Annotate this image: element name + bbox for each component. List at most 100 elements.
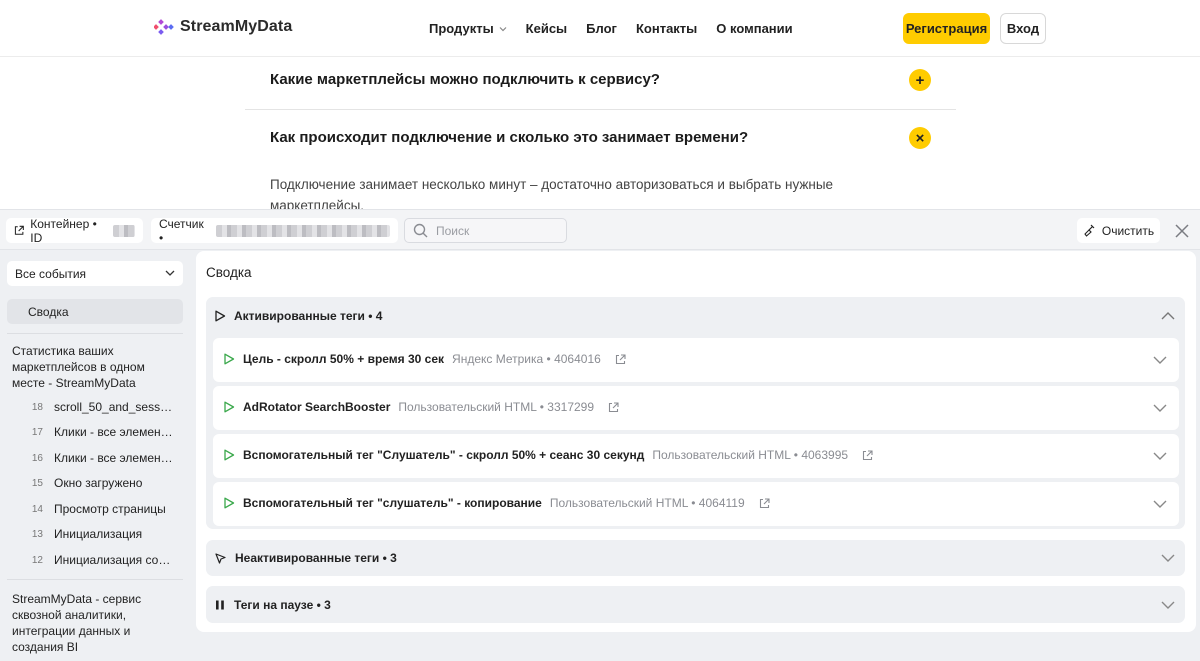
event-number: 18 — [31, 402, 43, 413]
play-green-icon — [224, 401, 235, 413]
tag-meta: Пользовательский HTML • 4064119 — [549, 496, 745, 510]
redacted-counter — [215, 224, 390, 237]
sidebar-event-item[interactable]: 16 Клики - все элементы — [0, 449, 190, 469]
tag-name: Вспомогательный тег "Слушатель" - скролл… — [243, 448, 645, 462]
active-tags-section: Активированные теги • 4 Цель - скролл 50… — [206, 297, 1185, 529]
container-chip[interactable]: Контейнер • ID — [6, 216, 143, 245]
tag-card[interactable]: AdRotator SearchBooster Пользовательский… — [213, 386, 1179, 430]
external-link-icon — [14, 225, 24, 235]
nav-item-label: Кейсы — [525, 21, 568, 36]
faq-list: Какие маркетплейсы можно подключить к се… — [245, 57, 956, 170]
paused-tags-header[interactable]: Теги на паузе • 3 — [214, 586, 331, 623]
tag-name: Цель - скролл 50% + время 30 сек — [243, 352, 445, 366]
nav-item-label: Продукты — [429, 21, 494, 36]
section-label: Теги на паузе • 3 — [234, 597, 331, 612]
nav-item-contacts[interactable]: Контакты — [636, 21, 697, 36]
external-link-icon[interactable] — [608, 401, 619, 413]
tag-card[interactable]: Вспомогательный тег "слушатель" - копиро… — [213, 482, 1179, 526]
paused-tags-section[interactable]: Теги на паузе • 3 — [206, 586, 1185, 623]
sidebar-event-item[interactable]: 15 Окно загружено — [0, 474, 190, 494]
chevron-down-icon — [499, 26, 507, 31]
divider — [7, 333, 183, 334]
play-green-icon — [224, 497, 235, 509]
chevron-down-icon[interactable] — [1153, 499, 1167, 509]
chevron-down-icon[interactable] — [1153, 403, 1167, 413]
chevron-down-icon[interactable] — [1161, 553, 1175, 563]
inactive-tags-section[interactable]: Неактивированные теги • 3 — [206, 540, 1185, 576]
cursor-icon — [215, 552, 226, 564]
nav-item-label: Контакты — [635, 21, 698, 36]
search-icon — [413, 223, 428, 238]
event-number: 16 — [31, 453, 43, 464]
event-label: Инициализация согласия — [54, 553, 174, 567]
pause-icon — [216, 600, 224, 609]
sidebar-page-group-title[interactable]: StreamMyData - сервис сквозной аналитики… — [12, 591, 172, 655]
external-link-icon[interactable] — [615, 353, 626, 365]
sidebar-event-item[interactable]: 13 Инициализация — [0, 525, 190, 545]
login-button[interactable]: Вход — [1000, 13, 1046, 44]
logo-text: StreamMyData — [180, 18, 293, 35]
event-number: 17 — [31, 427, 43, 438]
nav-item-blog[interactable]: Блог — [586, 21, 617, 36]
tag-meta: Пользовательский HTML • 4063995 — [652, 448, 849, 462]
search-input[interactable]: Поиск — [436, 224, 469, 238]
clear-button[interactable]: Очистить — [1077, 218, 1160, 243]
faq-item[interactable]: Какие маркетплейсы можно подключить к се… — [245, 57, 956, 110]
faq-item-open[interactable]: Как происходит подключение и сколько это… — [245, 110, 956, 170]
close-panel-button[interactable] — [1172, 221, 1192, 241]
chevron-down-icon[interactable] — [1161, 600, 1175, 610]
inactive-tags-header[interactable]: Неактивированные теги • 3 — [214, 540, 397, 576]
divider — [7, 579, 183, 580]
tag-meta: Яндекс Метрика • 4064016 — [452, 352, 601, 366]
summary-title: Сводка — [206, 265, 252, 280]
event-label: scroll_50_and_session_30 — [54, 400, 174, 414]
event-number: 14 — [31, 504, 43, 515]
counter-label: Счетчик • — [159, 216, 204, 245]
nav-item-products[interactable]: Продукты — [429, 21, 507, 36]
collapse-close-icon[interactable]: × — [909, 127, 931, 149]
sidebar-event-item[interactable]: 17 Клики - все элементы — [0, 423, 190, 443]
event-number: 12 — [31, 555, 43, 566]
chevron-up-icon[interactable] — [1161, 311, 1175, 321]
sidebar-page-group-title[interactable]: Статистика ваших маркетплейсов в одном м… — [12, 343, 178, 391]
logo-mark-icon — [154, 19, 174, 35]
section-label: Неактивированные теги • 3 — [235, 551, 397, 565]
container-label: Контейнер • ID — [30, 216, 97, 245]
tag-name: Вспомогательный тег "слушатель" - копиро… — [243, 496, 542, 510]
redacted-id — [112, 224, 136, 237]
event-number: 13 — [31, 529, 43, 540]
sidebar-event-item[interactable]: 18 scroll_50_and_session_30 — [0, 398, 190, 418]
site-header: StreamMyData Продукты Кейсы Блог Контакт… — [0, 0, 1200, 57]
faq-question: Как происходит подключение и сколько это… — [270, 129, 749, 146]
sidebar-item-summary[interactable]: Сводка — [7, 299, 183, 324]
event-number: 15 — [31, 478, 43, 489]
chevron-down-icon[interactable] — [1153, 451, 1167, 461]
chevron-down-icon[interactable] — [1153, 355, 1167, 365]
external-link-icon[interactable] — [862, 449, 873, 461]
tag-name: AdRotator SearchBooster — [243, 400, 391, 414]
external-link-icon[interactable] — [759, 497, 770, 509]
sidebar-event-item[interactable]: 14 Просмотр страницы — [0, 500, 190, 520]
search-box[interactable]: Поиск — [404, 218, 567, 243]
close-icon — [1175, 224, 1189, 238]
events-sidebar: Все события Сводка Статистика ваших марк… — [0, 251, 190, 661]
counter-chip[interactable]: Счетчик • — [151, 216, 398, 245]
nav-item-cases[interactable]: Кейсы — [526, 21, 568, 36]
main-nav: Продукты Кейсы Блог Контакты О компании — [429, 21, 793, 36]
logo[interactable]: StreamMyData — [154, 17, 292, 37]
event-label: Окно загружено — [54, 476, 143, 490]
event-label: Клики - все элементы — [54, 425, 174, 439]
broom-icon — [1084, 224, 1095, 237]
debug-toolbar: Контейнер • ID Счетчик • Поиск Очистить — [0, 210, 1200, 250]
register-button[interactable]: Регистрация — [903, 13, 990, 44]
event-label: Инициализация — [54, 527, 143, 541]
play-green-icon — [224, 449, 235, 461]
nav-item-about[interactable]: О компании — [716, 21, 792, 36]
nav-item-label: О компании — [716, 21, 793, 36]
sidebar-event-item[interactable]: 12 Инициализация согласия — [0, 551, 190, 571]
expand-plus-icon[interactable]: + — [909, 69, 931, 91]
event-filter-select[interactable]: Все события — [7, 261, 183, 286]
tag-card[interactable]: Вспомогательный тег "Слушатель" - скролл… — [213, 434, 1179, 478]
tag-card[interactable]: Цель - скролл 50% + время 30 сек Яндекс … — [213, 338, 1179, 382]
active-tags-header[interactable]: Активированные теги • 4 — [214, 297, 382, 335]
